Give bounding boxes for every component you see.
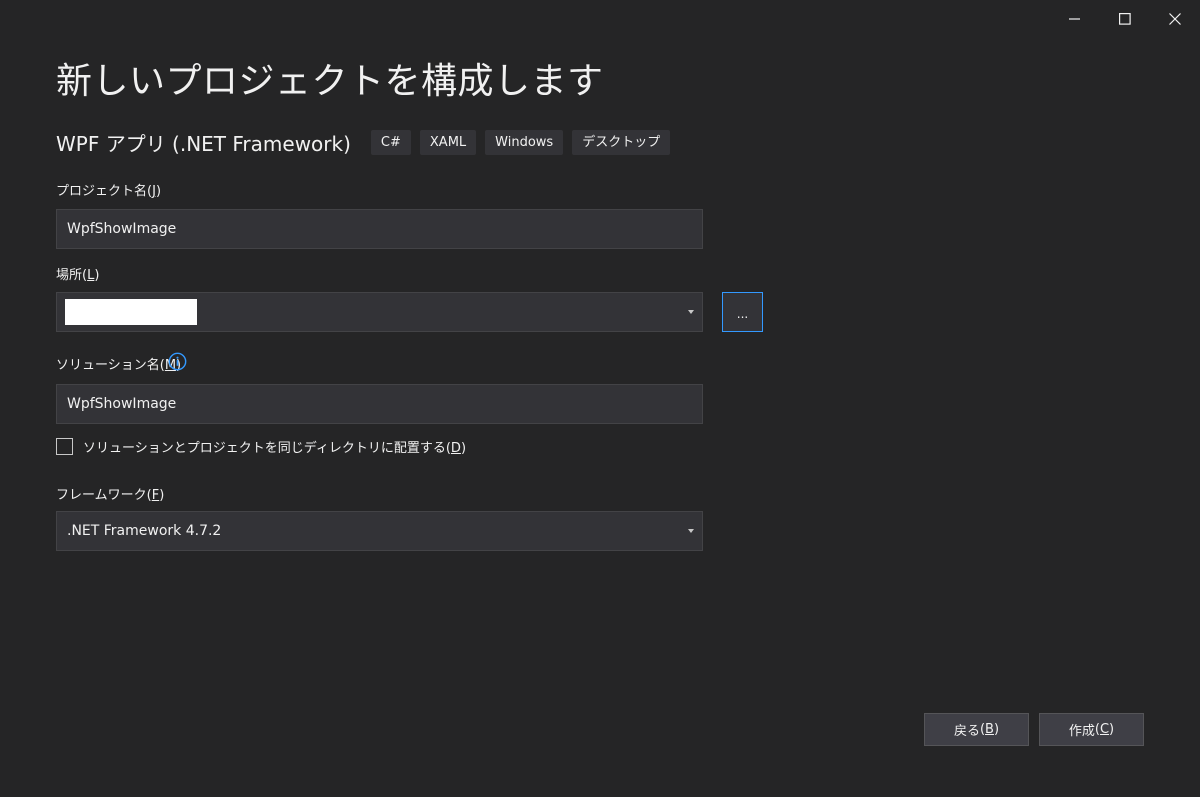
back-button-label: 戻る bbox=[953, 724, 980, 739]
project-name-input[interactable] bbox=[56, 209, 703, 249]
dropdown-arrow-icon bbox=[688, 529, 694, 533]
back-button[interactable]: 戻る(B) bbox=[924, 713, 1029, 746]
close-button[interactable] bbox=[1150, 0, 1200, 38]
window-controls bbox=[1050, 0, 1200, 38]
project-type-tag: デスクトップ bbox=[572, 130, 671, 155]
solution-name-input[interactable] bbox=[56, 384, 703, 424]
solution-name-label: ソリューション名(M) bbox=[56, 358, 182, 373]
page-title: 新しいプロジェクトを構成します bbox=[56, 61, 604, 102]
framework-value: .NET Framework 4.7.2 bbox=[67, 523, 222, 539]
project-name-label: プロジェクト名(J) bbox=[56, 184, 162, 199]
create-button-label: 作成 bbox=[1068, 724, 1095, 739]
same-directory-label: ソリューションとプロジェクトを同じディレクトリに配置する(D) bbox=[83, 441, 467, 456]
create-button[interactable]: 作成(C) bbox=[1039, 713, 1144, 746]
template-header: WPF アプリ (.NET Framework) C# XAML Windows… bbox=[56, 128, 679, 157]
minimize-button[interactable] bbox=[1050, 0, 1100, 38]
dropdown-arrow-icon bbox=[688, 310, 694, 314]
info-icon[interactable] bbox=[168, 352, 187, 371]
framework-combobox[interactable]: .NET Framework 4.7.2 bbox=[56, 511, 703, 551]
maximize-icon bbox=[1119, 13, 1131, 25]
template-name: WPF アプリ (.NET Framework) bbox=[56, 132, 351, 156]
framework-label: フレームワーク(F) bbox=[56, 488, 165, 503]
same-directory-checkbox[interactable] bbox=[56, 438, 73, 455]
minimize-icon bbox=[1069, 18, 1080, 20]
same-directory-option[interactable]: ソリューションとプロジェクトを同じディレクトリに配置する(D) bbox=[56, 437, 466, 456]
location-combobox[interactable] bbox=[56, 292, 703, 332]
maximize-button[interactable] bbox=[1100, 0, 1150, 38]
markup-tag: XAML bbox=[419, 130, 477, 155]
language-tag: C# bbox=[370, 130, 411, 155]
location-value-redacted bbox=[65, 299, 197, 325]
close-icon bbox=[1169, 13, 1181, 25]
browse-button[interactable]: ... bbox=[722, 292, 763, 332]
location-label: 場所(L) bbox=[56, 268, 100, 283]
platform-tag: Windows bbox=[485, 130, 564, 155]
